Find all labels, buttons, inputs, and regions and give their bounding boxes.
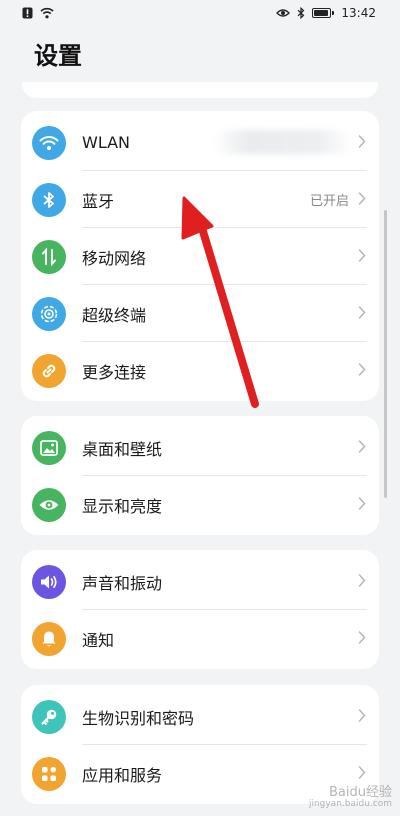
watermark-subtext: jingyan.baidu.com bbox=[308, 799, 392, 810]
watermark-text: Baidu经验 bbox=[329, 784, 392, 800]
watermark: Baidu经验 jingyan.baidu.com bbox=[308, 784, 392, 810]
annotation-arrow bbox=[181, 196, 259, 408]
